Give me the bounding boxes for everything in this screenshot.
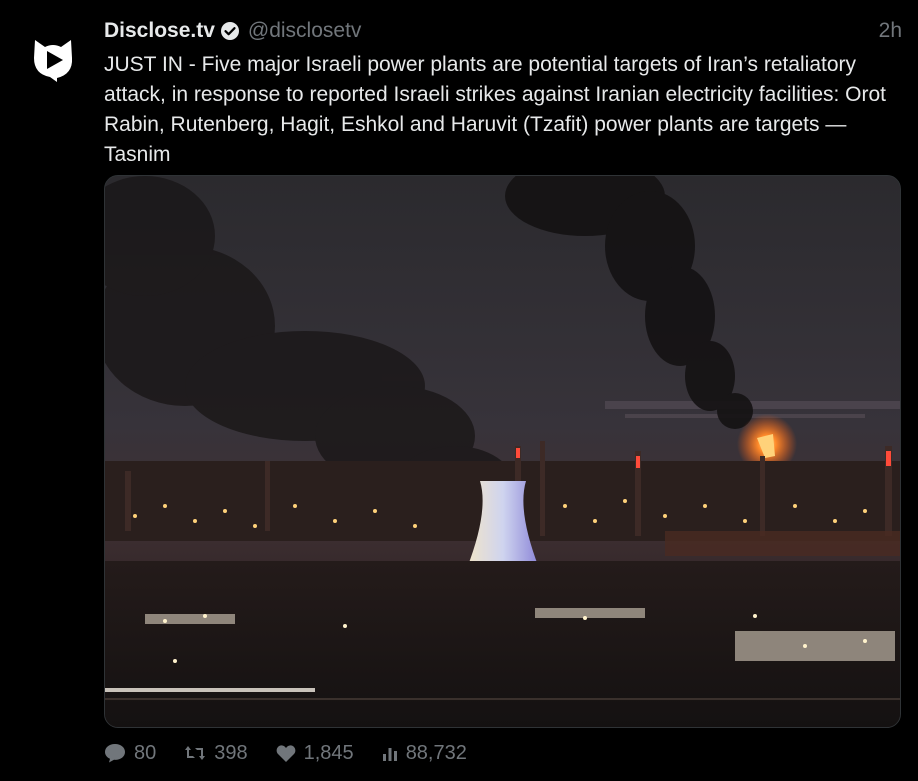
views-icon (382, 748, 397, 761)
verified-badge-icon (220, 21, 240, 41)
disclose-tv-logo-icon (26, 32, 80, 86)
tweet-text: JUST IN - Five major Israeli power plant… (104, 53, 887, 166)
retweet-icon (185, 746, 206, 760)
retweet-count: 398 (214, 741, 248, 764)
reply-icon (105, 744, 125, 763)
display-name[interactable]: Disclose.tv (104, 19, 215, 43)
power-plant-photo (105, 176, 900, 727)
tweet-actions: 80 398 1,845 88,732 (104, 738, 495, 768)
handle[interactable]: @disclosetv (248, 19, 362, 43)
reply-count: 80 (134, 741, 157, 764)
heart-icon (276, 744, 295, 762)
tweet-media-photo[interactable] (104, 175, 901, 728)
reply-button[interactable]: 80 (104, 742, 156, 765)
retweet-button[interactable]: 398 (184, 741, 248, 765)
avatar[interactable] (26, 32, 80, 86)
views-button[interactable]: 88,732 (382, 742, 467, 765)
like-count: 1,845 (303, 741, 354, 764)
views-count: 88,732 (405, 741, 467, 764)
tweet[interactable]: Disclose.tv @disclosetv 2h JUST IN - Fiv… (0, 0, 918, 781)
like-button[interactable]: 1,845 (276, 742, 354, 765)
tweet-header: Disclose.tv @disclosetv 2h (104, 16, 902, 46)
timestamp[interactable]: 2h (879, 19, 902, 43)
